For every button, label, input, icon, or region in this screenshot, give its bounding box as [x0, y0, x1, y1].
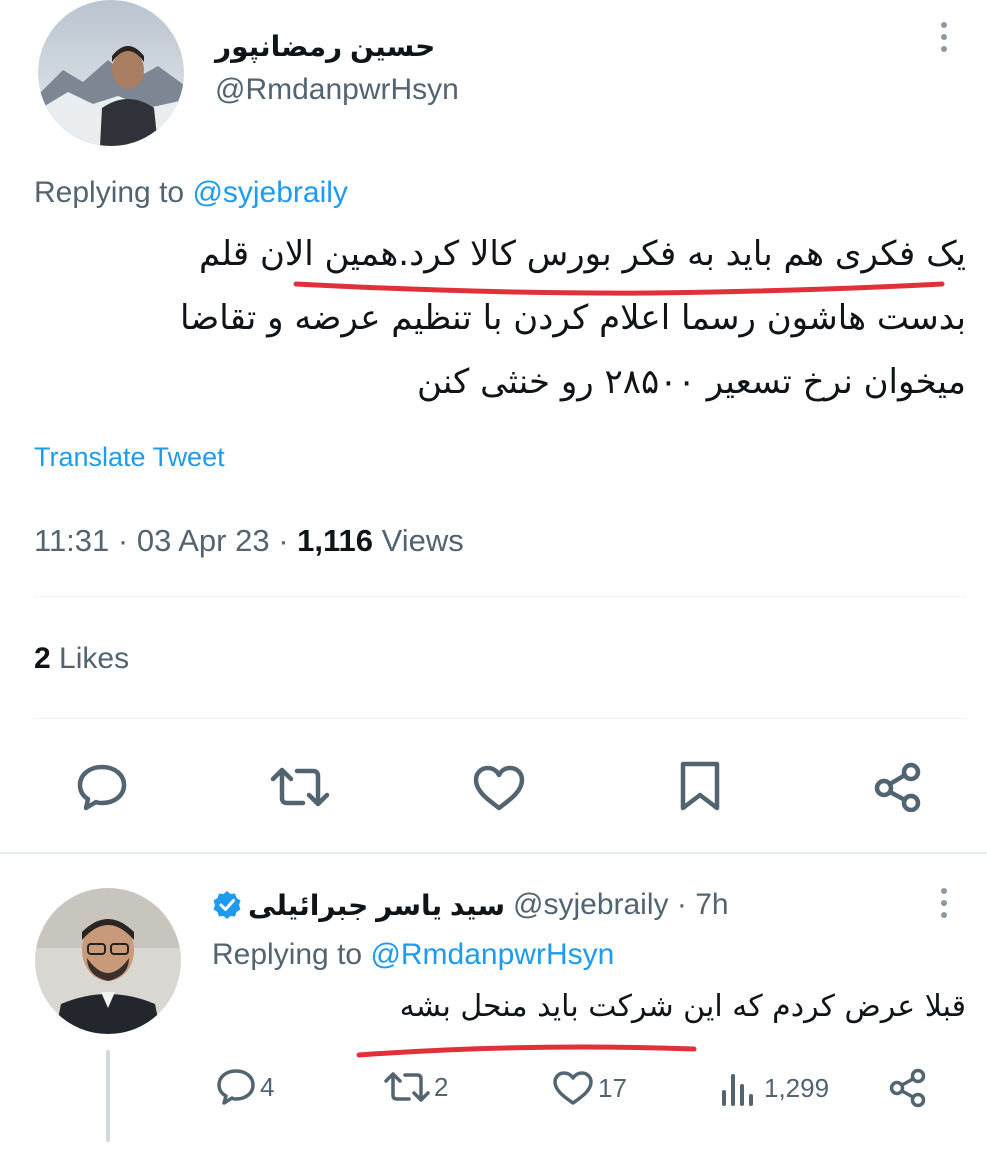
like-count: 17 [598, 1072, 627, 1103]
like-button[interactable]: 17 [552, 1070, 627, 1106]
share-icon [889, 1068, 926, 1108]
views-count: 1,116 [297, 523, 373, 558]
verified-icon [213, 891, 241, 919]
reply-author-avatar[interactable] [35, 888, 181, 1034]
highlight-underline [356, 1044, 697, 1058]
thread-line [106, 1050, 110, 1142]
tweet-time[interactable]: 11:31 [34, 523, 109, 558]
replying-to: Replying to @syjebraily [34, 176, 348, 210]
retweet-icon [384, 1072, 430, 1102]
tweet-meta: 11:31 · 03 Apr 23 · 1,116 Views [34, 523, 464, 558]
likes-label: Likes [59, 642, 130, 675]
share-button[interactable] [888, 1068, 928, 1108]
replying-label: Replying to [212, 938, 363, 971]
more-icon[interactable] [937, 22, 951, 52]
author-name[interactable]: حسین رمضانپور [215, 30, 455, 63]
likes-count: 2 [34, 642, 51, 675]
translate-tweet-link[interactable]: Translate Tweet [34, 442, 225, 473]
tweet-text-line: میخوان نرخ تسعیر ۲۸۵۰۰ رو خنثی کنن [417, 362, 966, 402]
share-icon [874, 762, 921, 812]
reply-button[interactable] [75, 762, 129, 812]
reply-age[interactable]: 7h [695, 888, 728, 922]
retweet-count: 2 [434, 1071, 449, 1102]
reply-text: قبلا عرض کردم که این شرکت باید منحل بشه [399, 989, 966, 1024]
retweet-button[interactable]: 2 [384, 1070, 448, 1104]
divider [34, 596, 966, 597]
author-handle[interactable]: @RmdanpwrHsyn [215, 73, 459, 107]
highlight-underline [293, 281, 945, 296]
author-avatar[interactable] [38, 0, 184, 146]
views-icon [722, 1074, 753, 1106]
reply-icon [217, 1069, 255, 1105]
reply-author-handle[interactable]: @syjebraily [513, 888, 669, 922]
replying-to-handle[interactable]: @RmdanpwrHsyn [370, 938, 614, 971]
divider [34, 718, 966, 719]
views-label: Views [381, 523, 464, 558]
reply-author-name[interactable]: سید یاسر جبرائیلی [248, 889, 505, 922]
more-icon[interactable] [937, 888, 951, 918]
reply-count: 4 [260, 1071, 275, 1102]
bookmark-button[interactable] [678, 760, 722, 812]
views-count: 1,299 [764, 1072, 830, 1103]
tweet-date[interactable]: 03 Apr 23 [137, 523, 270, 558]
like-icon [553, 1071, 593, 1105]
replying-label: Replying to [34, 176, 185, 209]
views-button[interactable]: 1,299 [720, 1070, 829, 1106]
retweet-icon [270, 767, 330, 807]
replying-to-handle[interactable]: @syjebraily [192, 176, 348, 209]
retweet-button[interactable] [270, 764, 330, 810]
like-button[interactable] [472, 764, 526, 812]
reply-button[interactable]: 4 [216, 1068, 274, 1106]
tweet-text: یک فکری هم باید به فکر بورس کالا کرد.همی… [30, 222, 966, 414]
bookmark-icon [680, 761, 720, 811]
like-icon [473, 765, 525, 811]
reply-replying-to: Replying to @RmdanpwrHsyn [212, 938, 614, 972]
reply-icon [77, 764, 127, 811]
likes-summary[interactable]: 2 Likes [34, 642, 129, 676]
reply-header: سید یاسر جبرائیلی @syjebraily · 7h [212, 888, 729, 922]
section-divider [0, 852, 987, 854]
share-button[interactable] [872, 762, 924, 812]
